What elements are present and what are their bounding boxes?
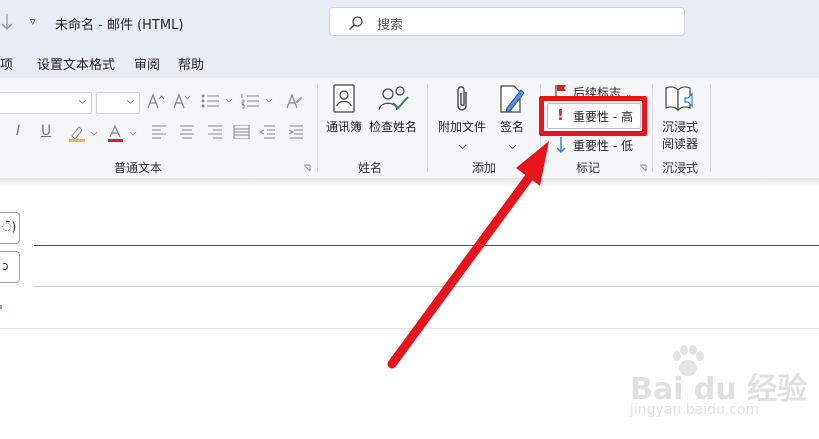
watermark-url: jingyan.baidu.com xyxy=(630,402,760,418)
baidu-watermark: Bai du 经验 jingyan.baidu.com xyxy=(616,344,816,424)
